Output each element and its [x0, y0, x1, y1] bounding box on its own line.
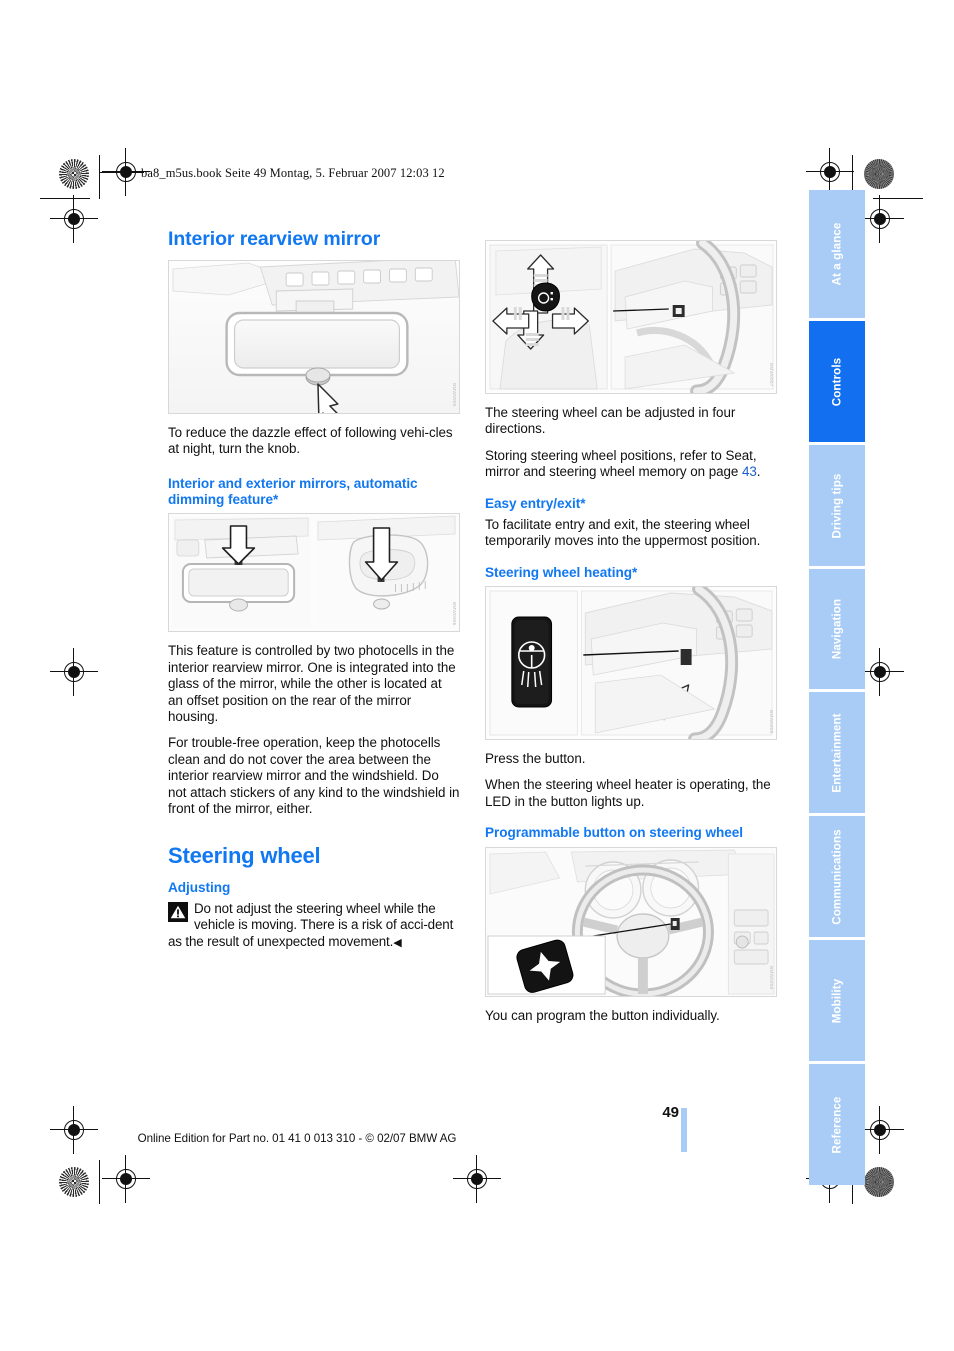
paragraph-memory-reference: Storing steering wheel positions, refer …	[485, 448, 777, 481]
figure-automatic-dimming: BMW0906	[168, 513, 460, 633]
tab-driving-tips[interactable]: Driving tips	[809, 445, 865, 566]
warning-text-body: Do not adjust the steering wheel while t…	[168, 900, 454, 949]
tab-label: Driving tips	[830, 473, 844, 538]
paragraph-heater-led: When the steering wheel heater is operat…	[485, 777, 771, 809]
registration-rosette-bottom-left	[59, 1167, 89, 1197]
left-column: Interior rearview mirror BMW0905 To redu…	[168, 228, 460, 951]
rearview-mirror-artwork	[169, 261, 459, 413]
heading-interior-rearview-mirror: Interior rearview mirror	[168, 228, 381, 250]
warning-triangle-icon	[168, 901, 188, 922]
heading-steering-wheel: Steering wheel	[168, 842, 321, 868]
tab-label: Navigation	[830, 598, 844, 660]
paragraph-easy-entry: To facilitate entry and exit, the steeri…	[485, 516, 761, 549]
heading-adjusting: Adjusting	[168, 879, 231, 895]
registration-crosshair-bottom-center	[453, 1155, 501, 1203]
registration-rosette-bottom-right	[864, 1167, 894, 1197]
registration-rosette-top-left	[59, 159, 89, 189]
tab-navigation[interactable]: Navigation	[809, 569, 865, 689]
registration-crosshair-right-middle	[856, 648, 904, 696]
tab-label: Mobility	[830, 978, 844, 1023]
crop-line-bottom-left-vertical	[99, 1160, 100, 1204]
tab-communications[interactable]: Communications	[809, 816, 865, 937]
crop-line-left-vertical	[99, 155, 100, 199]
warning-text: Do not adjust the steering wheel while t…	[168, 901, 460, 951]
header-rule	[100, 172, 144, 173]
figure-steering-wheel-heating: BMW0908	[485, 586, 777, 741]
heading-steering-wheel-heating: Steering wheel heating*	[485, 564, 638, 580]
section-index-tabs: At a glance Controls Driving tips Naviga…	[809, 190, 865, 1188]
page-number: 49	[662, 1104, 679, 1121]
paragraph-press-button: Press the button.	[485, 751, 586, 767]
paragraph-program-button: You can program the button individually.	[485, 1007, 720, 1023]
crop-line-top-left	[40, 198, 90, 199]
figure-interior-rearview-mirror: BMW0905	[168, 260, 460, 414]
paragraph-photocells-1: This feature is controlled by two photoc…	[168, 643, 456, 725]
tab-controls[interactable]: Controls	[809, 321, 865, 442]
tab-at-a-glance[interactable]: At a glance	[809, 190, 865, 318]
figure-code: BMW0906	[452, 601, 457, 626]
registration-crosshair-left-upper	[50, 195, 98, 243]
page-number-bar	[681, 1108, 687, 1152]
paragraph-adjust-directions: The steering wheel can be adjusted in fo…	[485, 405, 736, 437]
registration-crosshair-top-right-inner	[806, 148, 854, 196]
heading-programmable-button: Programmable button on steering wheel	[485, 825, 743, 841]
right-column: BMW0907 The steering wheel can be adjust…	[485, 228, 777, 1024]
tab-label: Entertainment	[830, 712, 844, 793]
tab-reference[interactable]: Reference	[809, 1064, 865, 1185]
tab-mobility[interactable]: Mobility	[809, 940, 865, 1061]
memory-text-before: Storing steering wheel positions, refer …	[485, 447, 757, 480]
footer-text-inner: Online Edition for Part no. 01 41 0 013 …	[137, 1132, 457, 1145]
dimming-mirrors-artwork	[169, 514, 459, 632]
tab-label: Communications	[830, 828, 844, 925]
manual-page: ba8_m5us.book Seite 49 Montag, 5. Februa…	[0, 0, 954, 1351]
figure-code: BMW0909	[769, 966, 774, 990]
figure-steering-wheel-adjustment: BMW0907	[485, 240, 777, 394]
registration-crosshair-right-upper	[856, 195, 904, 243]
programmable-button-artwork	[486, 847, 776, 996]
page-reference-link[interactable]: 43	[742, 464, 757, 479]
registration-crosshair-left-middle	[50, 648, 98, 696]
steering-adjust-artwork	[486, 241, 776, 393]
paragraph-photocells-2: For trouble-free operation, keep the pho…	[168, 735, 460, 817]
warning-end-mark: ◀	[393, 936, 402, 949]
crop-line-top-right	[873, 198, 923, 199]
registration-rosette-top-right	[864, 159, 894, 189]
figure-programmable-button: BMW0909	[485, 846, 777, 997]
registration-crosshair-bottom-left	[102, 1155, 150, 1203]
heading-easy-entry-exit: Easy entry/exit*	[485, 495, 586, 511]
warning-block: Do not adjust the steering wheel while t…	[168, 901, 460, 951]
tab-label: At a glance	[830, 222, 844, 286]
memory-text-after: .	[756, 464, 761, 480]
heading-automatic-dimming: Interior and exterior mirrors, automatic…	[168, 475, 418, 508]
tab-entertainment[interactable]: Entertainment	[809, 692, 865, 813]
paragraph-mirror-dazzle: To reduce the dazzle effect of following…	[168, 425, 453, 457]
warning-triangle-glyph	[170, 905, 186, 919]
heating-button-artwork	[486, 587, 776, 740]
figure-code: BMW0908	[769, 709, 774, 734]
footer-text: Online Edition for Part no. 01 41 0 013 …	[0, 1132, 954, 1145]
running-header: ba8_m5us.book Seite 49 Montag, 5. Februa…	[141, 166, 445, 180]
figure-code: BMW0907	[769, 363, 774, 387]
figure-code: BMW0905	[452, 383, 457, 407]
tab-label: Controls	[830, 357, 844, 406]
